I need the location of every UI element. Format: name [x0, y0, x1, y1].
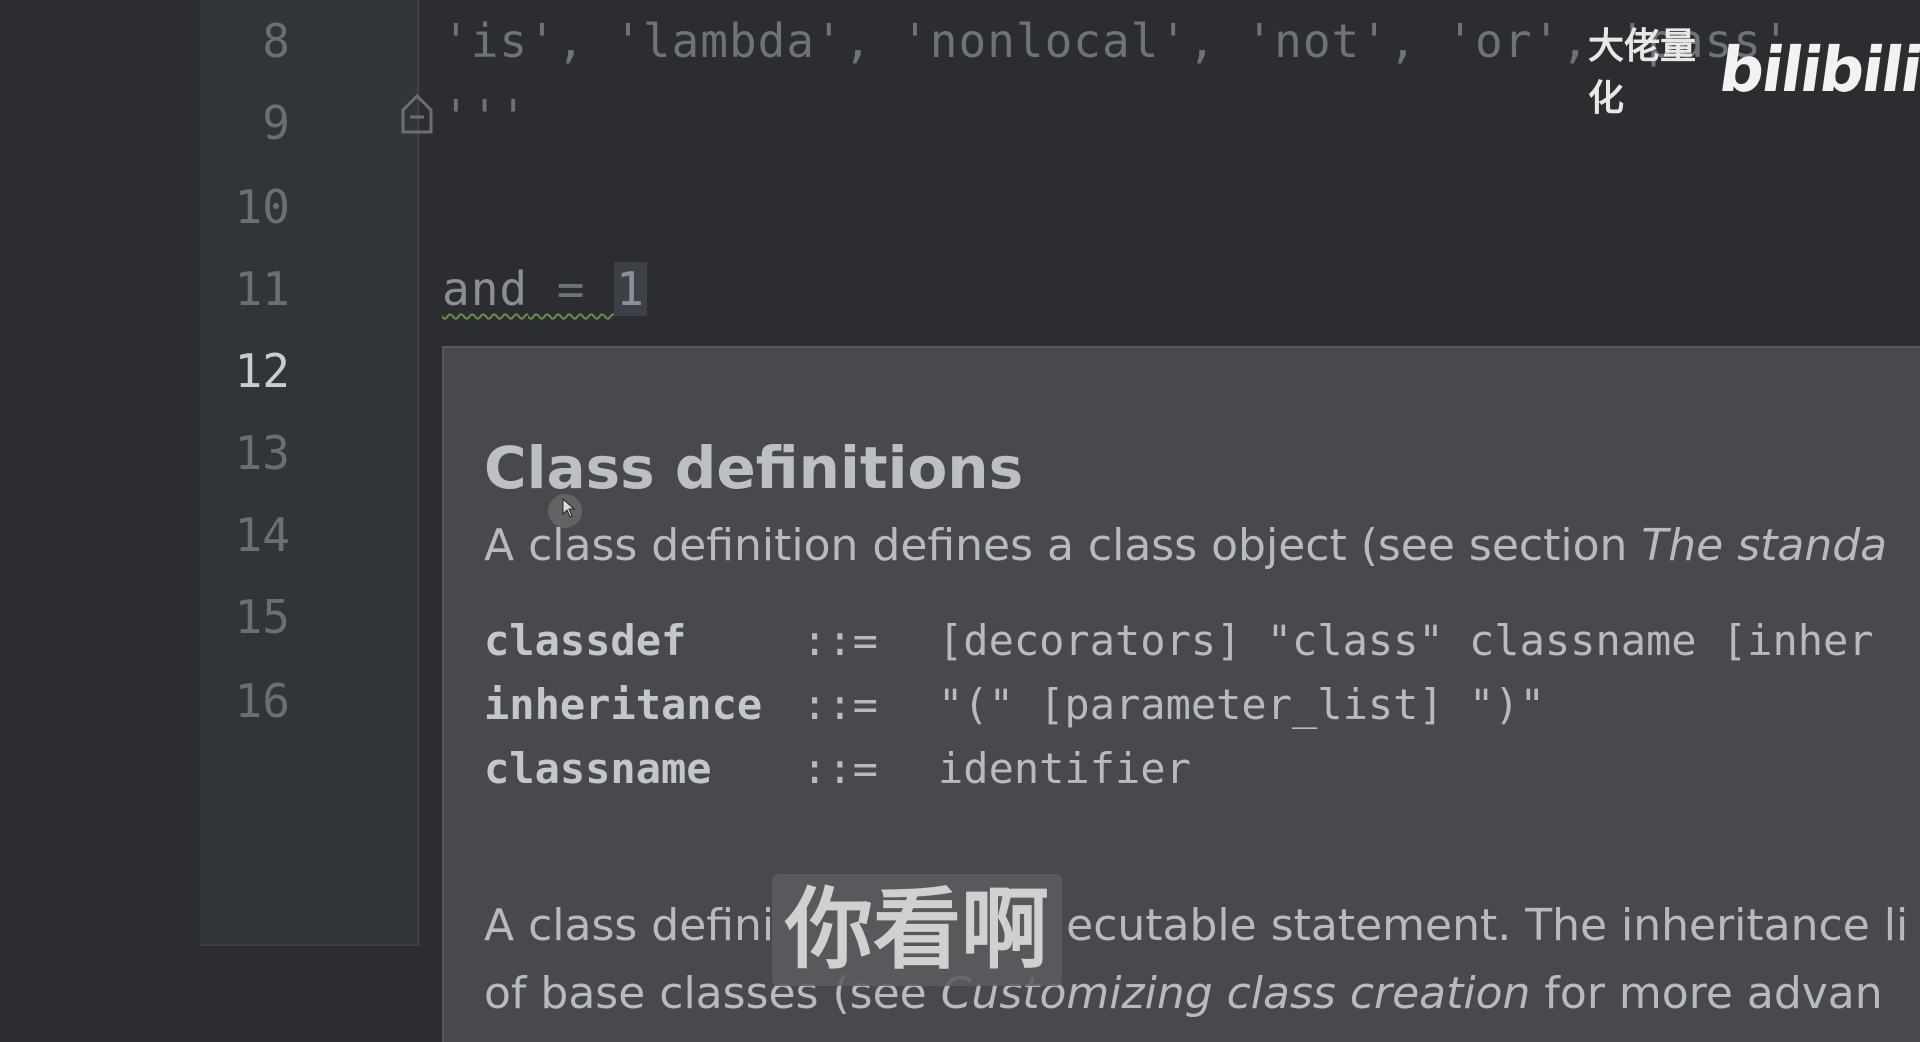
- grammar-rule: [decorators] "class" classname [inher: [938, 616, 1874, 665]
- doc-text: ecutable statement. The inheritance li: [1066, 900, 1909, 951]
- doc-text: A class defini: [484, 900, 775, 951]
- project-sidebar: [0, 0, 200, 1040]
- video-subtitle: 你看啊: [772, 874, 1062, 986]
- keyword-and: and: [442, 262, 529, 316]
- selected-value: 1: [614, 262, 647, 316]
- line-number: 8: [262, 14, 290, 68]
- assign-operator: =: [528, 262, 615, 316]
- doc-intro-link[interactable]: The standa: [1641, 520, 1887, 571]
- line-number: 10: [234, 180, 290, 234]
- grammar-term: classdef: [484, 616, 687, 665]
- grammar-op: ::=: [802, 744, 878, 793]
- doc-title: Class definitions: [484, 434, 1024, 502]
- line-number: 11: [234, 262, 290, 316]
- quick-documentation-popup[interactable]: Class definitions A class definition def…: [442, 346, 1920, 1042]
- grammar-row: classname::= identifier: [484, 744, 1191, 793]
- grammar-row: classdef::= [decorators] "class" classnam…: [484, 616, 1874, 665]
- grammar-term: inheritance: [484, 680, 763, 729]
- doc-intro: A class definition defines a class objec…: [484, 520, 1887, 571]
- grammar-rule: identifier: [938, 744, 1191, 793]
- mouse-pointer-icon: [562, 498, 576, 518]
- line-number: 14: [234, 508, 290, 562]
- fold-collapse-icon[interactable]: [400, 92, 434, 136]
- line-number: 9: [262, 96, 290, 150]
- gutter-divider: [417, 0, 419, 944]
- doc-paragraph-line: A class defini ecutable statement. The in…: [484, 900, 1908, 951]
- grammar-op: ::=: [802, 680, 878, 729]
- grammar-op: ::=: [802, 616, 878, 665]
- doc-text: for more advan: [1530, 968, 1883, 1019]
- code-line-11[interactable]: and = 1: [442, 262, 647, 316]
- doc-paragraph-line: of base classes (see Customizing class c…: [484, 968, 1883, 1019]
- video-watermark: 大佬量化 bilibili: [1588, 26, 1920, 119]
- gutter-footer: [200, 944, 440, 1042]
- watermark-channel-name: 大佬量化: [1588, 26, 1697, 119]
- line-number: 15: [234, 590, 290, 644]
- grammar-rule: "(" [parameter_list] ")": [938, 680, 1545, 729]
- line-number-active: 12: [234, 344, 290, 398]
- grammar-term: classname: [484, 744, 712, 793]
- bilibili-logo: bilibili: [1714, 32, 1920, 106]
- grammar-row: inheritance::= "(" [parameter_list] ")": [484, 680, 1545, 729]
- line-number: 16: [234, 674, 290, 728]
- line-number: 13: [234, 426, 290, 480]
- code-line-9[interactable]: ''': [442, 90, 528, 144]
- doc-intro-text: A class definition defines a class objec…: [484, 520, 1642, 571]
